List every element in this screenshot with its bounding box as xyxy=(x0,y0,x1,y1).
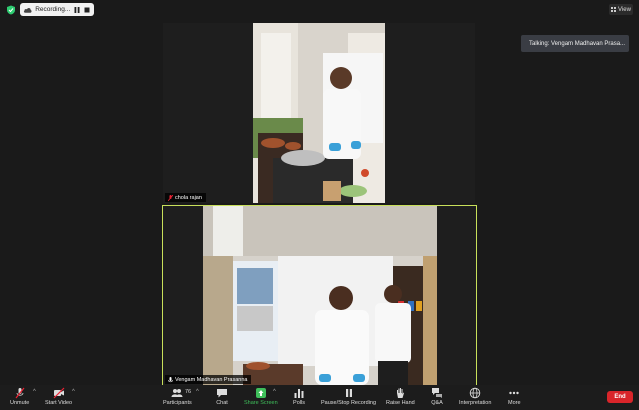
mic-icon xyxy=(168,376,173,382)
participants-label: Participants xyxy=(163,400,192,406)
interpretation-button[interactable]: Interpretation xyxy=(459,387,491,406)
share-screen-icon xyxy=(255,388,266,398)
pause-stop-recording-button[interactable]: Pause/Stop Recording xyxy=(321,387,376,406)
qa-button[interactable]: Q&A xyxy=(431,387,443,406)
raise-hand-button[interactable]: Raise Hand xyxy=(386,387,415,406)
pause-stop-recording-label: Pause/Stop Recording xyxy=(321,400,377,406)
chat-icon xyxy=(217,389,227,398)
start-video-label: Start Video xyxy=(45,400,73,406)
start-video-button[interactable]: Start Video xyxy=(45,387,72,406)
qa-label: Q&A xyxy=(431,400,443,406)
participants-icon xyxy=(171,389,183,397)
shield-icon xyxy=(7,5,15,15)
chef-cooking-video-image xyxy=(253,23,385,203)
participant-name: Vengam Madhavan Prasanna xyxy=(175,376,248,383)
video-tile-vengam-madhavan-prasanna[interactable]: Vengam Madhavan Prasanna xyxy=(162,205,477,386)
stop-icon xyxy=(84,7,90,12)
share-options-caret-icon[interactable]: ^ xyxy=(273,389,276,395)
pause-recording-button[interactable] xyxy=(73,6,80,14)
pause-recording-icon xyxy=(345,389,352,397)
chat-button[interactable]: Chat xyxy=(216,387,228,406)
participant-name: chola rajan xyxy=(175,194,202,201)
video-feed xyxy=(253,23,385,203)
view-label: View xyxy=(618,6,631,13)
participants-options-caret-icon[interactable]: ^ xyxy=(196,389,199,395)
end-meeting-button[interactable]: End xyxy=(607,391,633,403)
more-label: More xyxy=(508,400,521,406)
grid-icon xyxy=(611,7,617,12)
globe-icon xyxy=(469,387,481,399)
audio-options-caret-icon[interactable]: ^ xyxy=(33,389,36,395)
recording-label: Recording... xyxy=(35,6,71,13)
polls-button[interactable]: Polls xyxy=(293,387,305,406)
participant-count: 76 xyxy=(185,389,192,395)
talking-indicator: Talking: Vengam Madhavan Prasa... xyxy=(521,35,629,52)
video-feed xyxy=(203,206,437,385)
share-screen-label: Share Screen xyxy=(244,400,278,406)
video-tile-chola-rajan[interactable]: chola rajan xyxy=(163,23,475,203)
polls-label: Polls xyxy=(293,400,305,406)
unmute-label: Unmute xyxy=(10,400,30,406)
view-button[interactable]: View xyxy=(609,4,633,15)
chefs-standing-video-image xyxy=(203,206,437,385)
chat-label: Chat xyxy=(216,400,228,406)
raise-hand-label: Raise Hand xyxy=(386,400,415,406)
more-button[interactable]: More xyxy=(508,387,521,406)
hand-icon xyxy=(397,388,405,398)
more-dots-icon xyxy=(509,391,519,395)
meeting-toolbar: Unmute ^ Start Video ^ Participants 76 ^… xyxy=(0,385,639,410)
video-options-caret-icon[interactable]: ^ xyxy=(72,389,75,395)
muted-mic-icon xyxy=(15,387,25,399)
muted-mic-icon xyxy=(168,194,173,201)
cloud-icon xyxy=(23,7,32,13)
interpretation-label: Interpretation xyxy=(459,400,492,406)
video-off-icon xyxy=(53,387,64,399)
participant-name-tag: chola rajan xyxy=(165,193,206,202)
qa-icon xyxy=(432,388,442,398)
participant-name-tag: Vengam Madhavan Prasanna xyxy=(165,375,252,384)
pause-icon xyxy=(74,6,80,13)
recording-indicator: Recording... xyxy=(20,3,94,16)
polls-icon xyxy=(294,389,304,398)
unmute-button[interactable]: Unmute xyxy=(10,387,29,406)
stop-recording-button[interactable] xyxy=(84,6,91,14)
